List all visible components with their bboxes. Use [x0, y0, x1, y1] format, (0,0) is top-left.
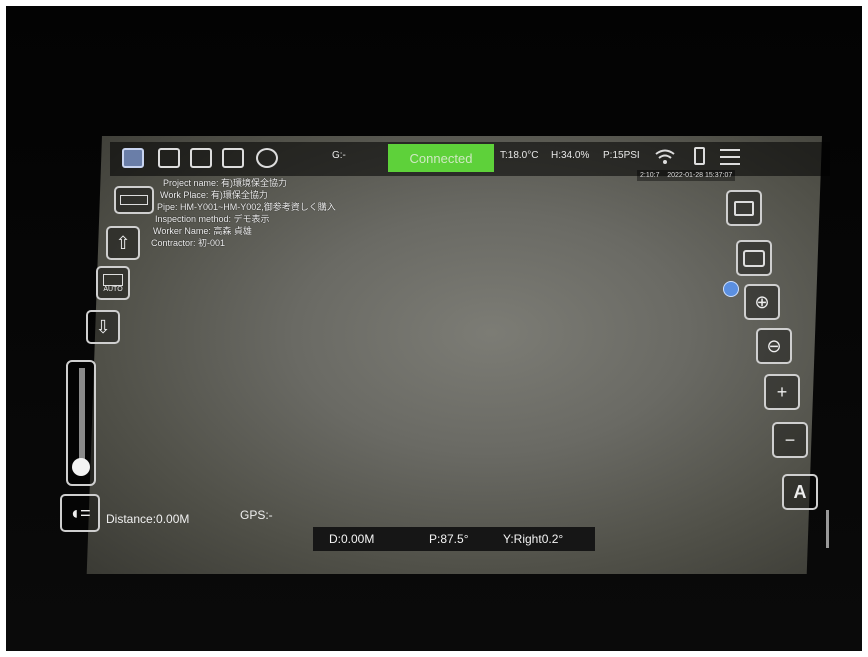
eye-icon[interactable]: [256, 148, 278, 168]
auto-label: AUTO: [103, 285, 123, 293]
collapse-icon: −: [784, 429, 796, 450]
collapse-button[interactable]: −: [772, 422, 808, 458]
connection-status-badge: Connected: [388, 144, 494, 172]
arrow-up-button[interactable]: ⇧: [106, 226, 140, 260]
battery-icon: [694, 147, 705, 165]
connection-status-text: Connected: [409, 150, 473, 166]
slider-knob[interactable]: [72, 458, 90, 476]
distance-readout: Distance:0.00M: [106, 512, 190, 526]
ruler-button[interactable]: [114, 186, 154, 214]
auto-focus-icon: A: [793, 481, 807, 502]
video-button[interactable]: [726, 190, 762, 226]
headlight-button[interactable]: ◖=: [60, 494, 100, 532]
auto-focus-button[interactable]: A: [782, 474, 818, 510]
file-settings-icon[interactable]: [190, 148, 212, 168]
menu-icon[interactable]: [720, 148, 740, 166]
gps-readout: GPS:-: [240, 508, 273, 522]
auto-icon: [103, 273, 123, 286]
d-value: D:0.00M: [329, 532, 375, 546]
arrow-down-icon: ⇩: [95, 316, 111, 337]
bottom-readout-bar: D:0.00M P:87.5° Y:Right0.2°: [313, 527, 595, 551]
ruler-icon: [120, 195, 148, 205]
slider-bar: [79, 368, 85, 464]
video-icon: [734, 200, 754, 216]
p-value: P:87.5°: [429, 532, 469, 546]
time-info: 2:10:7 2022-01-28 15:37:07: [637, 170, 736, 181]
humidity-readout: H:34.0%: [551, 150, 590, 161]
edit-icon[interactable]: [158, 148, 180, 168]
arrow-down-button[interactable]: ⇩: [86, 310, 120, 344]
scan-icon[interactable]: [222, 148, 244, 168]
auto-button[interactable]: AUTO: [96, 266, 130, 300]
camera-icon: [743, 249, 765, 267]
expand-icon: +: [776, 381, 788, 402]
zoom-in-button[interactable]: ⊕: [744, 284, 780, 320]
zoom-out-button[interactable]: ⊖: [756, 328, 792, 364]
scroll-indicator: [826, 510, 829, 548]
duration-text: 2:10:7: [640, 172, 660, 179]
marker-icon: [723, 281, 739, 297]
pressure-readout: P:15PSI: [603, 150, 640, 161]
headlight-icon: ◖=: [69, 502, 91, 523]
contractor: Contractor: 初-001: [151, 238, 226, 248]
camera-button[interactable]: [736, 240, 772, 276]
arrow-up-icon: ⇧: [115, 232, 131, 253]
zoom-in-icon: ⊕: [754, 291, 770, 312]
logo-icon[interactable]: [122, 148, 144, 168]
g-label: G:-: [332, 150, 346, 161]
temperature-readout: T:18.0°C: [500, 150, 539, 161]
zoom-out-icon: ⊖: [766, 335, 782, 356]
expand-button[interactable]: +: [764, 374, 800, 410]
wifi-icon: [655, 149, 675, 164]
datetime-text: 2022-01-28 15:37:07: [667, 172, 733, 179]
y-value: Y:Right0.2°: [503, 532, 564, 546]
